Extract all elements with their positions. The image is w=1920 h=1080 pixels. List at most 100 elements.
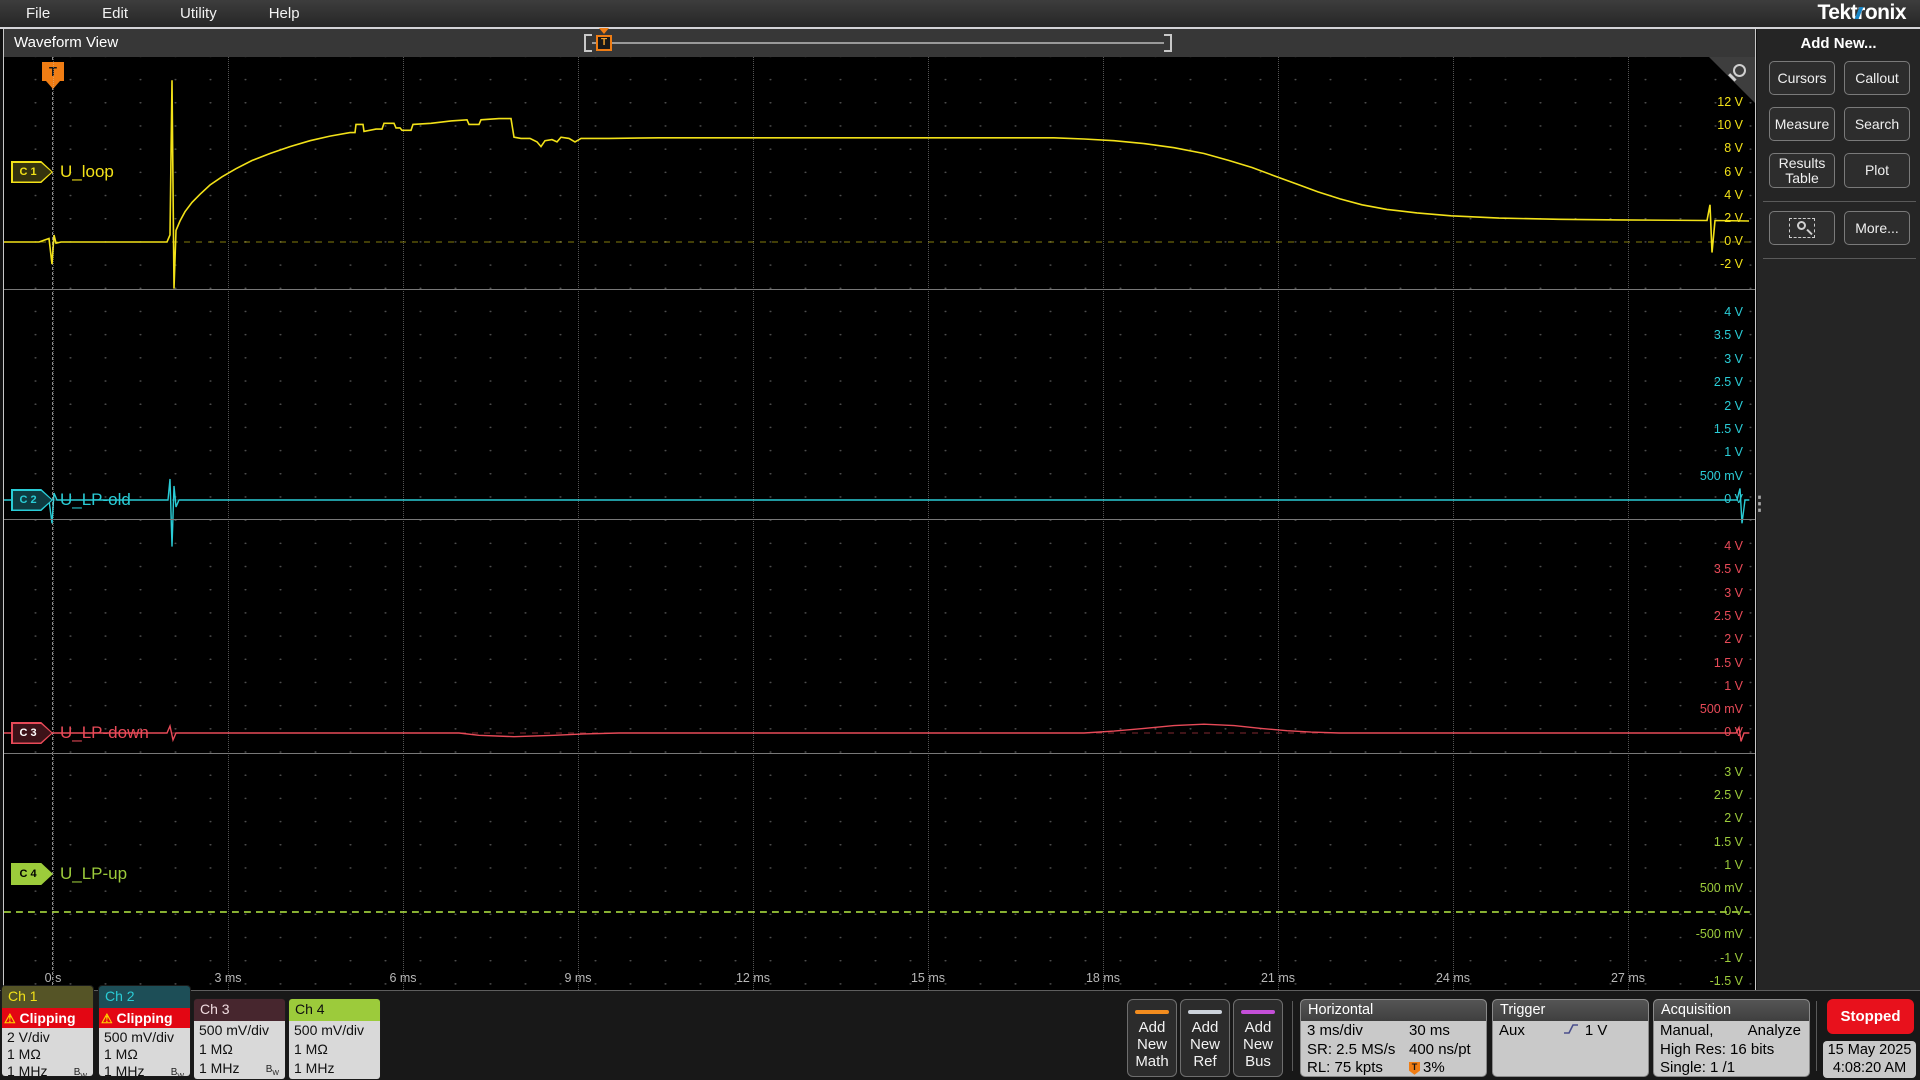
badge-bandwidth: 1 MHz [294,1060,335,1076]
menu-file[interactable]: File [0,5,76,22]
axis-label: 1.5 V [1713,655,1743,670]
sidebar-plot-button[interactable]: Plot [1844,153,1910,189]
channel-tag-label: C 2 [19,494,37,506]
badge-label: Ch 3 [194,999,285,1021]
sidebar-callout-button[interactable]: Callout [1844,61,1910,95]
axis-label: 0 V [1724,904,1743,919]
trigger-panel[interactable]: Trigger Aux 1 V [1492,999,1649,1077]
trigger-level: 1 V [1584,1022,1608,1039]
axis-label: 2.5 V [1713,375,1743,390]
grid-division-line [403,57,404,990]
sidebar-divider-2 [1763,258,1916,260]
channel-badge-ch-3[interactable]: Ch 3 500 mV/div 1 MΩ 1 MHz BW [194,999,285,1079]
menu-help[interactable]: Help [243,5,326,22]
badge-scale: 500 mV/div [294,1022,365,1038]
menu-utility[interactable]: Utility [154,5,243,22]
sidebar-measure-button[interactable]: Measure [1769,107,1835,141]
slider-trigger-marker-icon[interactable]: T [596,28,612,51]
trigger-title: Trigger [1493,1000,1648,1021]
divider [1292,1001,1293,1071]
channel-name-u-lp-down: U_LP-down [60,723,149,742]
channel-name-u-lp-old: U_LP-old [60,490,131,509]
channel-tag-c-4[interactable]: C 4 [11,863,53,885]
horizontal-record-length: RL: 75 kpts [1307,1059,1383,1076]
badge-label: Ch 2 [99,986,190,1008]
badge-label: Ch 1 [2,986,93,1008]
button-label-line: New [1189,1036,1220,1053]
button-color-stripe [1241,1010,1275,1014]
grid-division-line [753,57,754,990]
slider-track[interactable] [592,42,1164,44]
axis-label: 12 V [1717,95,1743,109]
grid-division-line [578,57,579,990]
channel-name-u-loop: U_loop [60,162,114,181]
axis-label: -500 mV [1695,927,1743,942]
time-text: 4:08:20 AM [1832,1059,1907,1076]
channel-tag-c-2[interactable]: C 2 [11,489,53,511]
sidebar-search-button[interactable]: Search [1844,107,1910,141]
axis-label: 500 mV [1699,881,1743,895]
panel-drag-handle[interactable]: ⋮ [1750,495,1769,514]
menu-edit[interactable]: Edit [76,5,154,22]
grid-division-line [928,57,929,990]
axis-label: 3.5 V [1713,562,1743,577]
add-new-bus-button[interactable]: Add New Bus [1233,999,1283,1077]
axis-label: 1 V [1724,445,1743,460]
axis-label: 4 V [1724,539,1743,553]
grid-division-line [1278,57,1279,990]
button-label-line: Add [1138,1019,1166,1036]
channel-separator [4,289,1755,290]
badge-scale: 2 V/div [7,1029,50,1045]
grid-division-line [228,57,229,990]
horizontal-title: Horizontal [1301,1000,1486,1021]
acquisition-mode: Manual, [1660,1022,1714,1039]
slider-right-bracket[interactable] [1164,34,1172,52]
trigger-mini-icon: T [1409,1061,1420,1075]
axis-label: 1.5 V [1713,422,1743,436]
channel-tag-c-3[interactable]: C 3 [11,722,53,744]
grid-division-line [53,57,54,990]
waveform-trace-u-lp-old [4,478,1749,547]
channel-name-u-lp-up: U_LP-up [60,864,128,883]
run-stop-button[interactable]: Stopped [1827,999,1914,1034]
axis-label: 0 V [1724,234,1743,249]
menu-items-container: File Edit Utility Help [0,0,326,27]
axis-label: 2 V [1724,211,1743,225]
date-text: 15 May 2025 [1827,1042,1912,1058]
waveform-plot[interactable]: T 0 s3 ms 6 ms 9 ms 12 ms 15 ms 18 ms 21 ms 24 … [4,57,1755,990]
button-label-line: Math [1135,1053,1169,1070]
badge-bandwidth: 1 MHzBW [199,1060,285,1077]
axis-label: 1 V [1724,857,1743,872]
zoom-region-button[interactable] [1769,211,1835,246]
datetime-display: 15 May 2025 4:08:20 AM [1823,1041,1916,1078]
channel-badge-ch-1[interactable]: Ch 1⚠ Clipping2 V/div1 MΩ1 MHzBW [2,986,93,1076]
acquisition-single: Single: 1 /1 [1660,1059,1736,1076]
button-color-stripe [1188,1010,1222,1014]
time-tick-label: 24 ms [1435,971,1471,985]
time-tick-label: 6 ms [389,971,417,985]
channel-badge-ch-4[interactable]: Ch 4 500 mV/div 1 MΩ 1 MHz [289,999,380,1079]
sidebar-cursors-button[interactable]: Cursors [1769,61,1835,95]
tektronix-logo: Tektronix [1817,1,1907,24]
button-label-line: Bus [1245,1053,1271,1070]
waveform-trace-u-loop [4,80,1750,289]
sidebar-results-table-button[interactable]: Results Table [1769,153,1835,189]
axis-label: 2 V [1724,811,1743,826]
add-new-math-button[interactable]: Add New Math [1127,999,1177,1077]
channel-tag-c-1[interactable]: C 1 [11,161,53,183]
add-new-ref-button[interactable]: Add New Ref [1180,999,1230,1077]
horizontal-window: 30 ms [1409,1022,1450,1039]
channel-badge-ch-2[interactable]: Ch 2⚠ Clipping500 mV/div1 MΩ1 MHzBW [99,986,190,1076]
axis-label: 2 V [1724,632,1743,647]
timeline-slider[interactable]: T [584,28,1172,53]
slider-left-bracket[interactable] [584,34,592,52]
axis-label: 4 V [1724,305,1743,319]
waveform-view: Waveform View T T 0 s 3 ms 6 ms 9 ms 12 ms 15… [3,28,1756,990]
more-button[interactable]: More... [1844,211,1910,246]
acquisition-panel[interactable]: Acquisition Manual, Analyze High Res: 16… [1653,999,1810,1077]
zoom-region-icon [1789,218,1815,239]
axis-label: 3 V [1724,765,1743,779]
time-tick-label: 15 ms [910,971,946,985]
axis-label: 2 V [1724,398,1743,413]
horizontal-panel[interactable]: Horizontal 3 ms/div 30 ms SR: 2.5 MS/s 4… [1300,999,1487,1077]
